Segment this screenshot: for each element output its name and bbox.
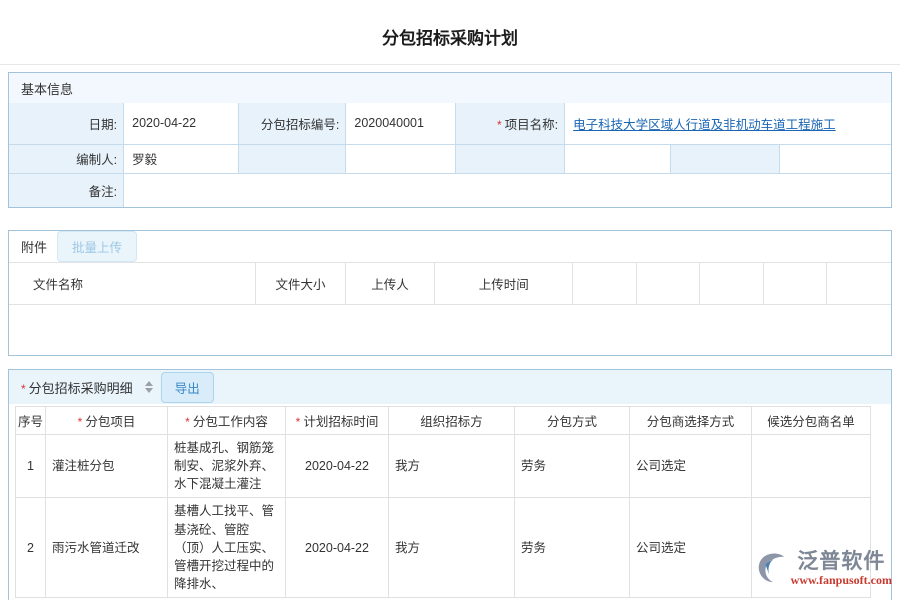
col-organizer: 组织招标方 bbox=[389, 407, 515, 435]
remark-value bbox=[124, 173, 891, 207]
attach-col-filesize: 文件大小 bbox=[256, 263, 345, 305]
cell-method: 劳务 bbox=[515, 498, 630, 598]
cell-content: 桩基成孔、钢筋笼制安、泥浆外弃、水下混凝土灌注 bbox=[168, 435, 286, 498]
cell-selection: 公司选定 bbox=[630, 435, 752, 498]
empty-label-cell bbox=[670, 144, 779, 173]
col-candidates: 候选分包商名单 bbox=[752, 407, 871, 435]
compiler-label: 编制人: bbox=[9, 144, 124, 173]
attach-col-empty bbox=[763, 263, 827, 305]
cell-time: 2020-04-22 bbox=[286, 435, 389, 498]
date-value: 2020-04-22 bbox=[124, 103, 239, 144]
empty-label-cell bbox=[238, 144, 346, 173]
date-label: 日期: bbox=[9, 103, 124, 144]
empty-value-cell bbox=[565, 144, 671, 173]
attachments-header: 附件 批量上传 bbox=[9, 231, 891, 262]
required-star-icon: * bbox=[185, 415, 190, 429]
col-time: *计划招标时间 bbox=[286, 407, 389, 435]
table-row: 2 雨污水管道迁改 基槽人工找平、管基浇砼、管腔（顶）人工压实、管槽开挖过程中的… bbox=[16, 498, 871, 598]
cell-method: 劳务 bbox=[515, 435, 630, 498]
compiler-value: 罗毅 bbox=[124, 144, 239, 173]
cell-seq: 2 bbox=[16, 498, 46, 598]
cell-selection: 公司选定 bbox=[630, 498, 752, 598]
bid-no-value: 2020040001 bbox=[346, 103, 455, 144]
fanpu-logo-icon bbox=[755, 550, 789, 591]
cell-time: 2020-04-22 bbox=[286, 498, 389, 598]
required-star-icon: * bbox=[21, 382, 26, 396]
cell-content: 基槽人工找平、管基浇砼、管腔（顶）人工压实、管槽开挖过程中的降排水、 bbox=[168, 498, 286, 598]
details-table: 序号 *分包项目 *分包工作内容 *计划招标时间 组织招标方 分包方式 分包商选… bbox=[15, 406, 871, 598]
page-title: 分包招标采购计划 bbox=[0, 0, 900, 49]
title-divider bbox=[0, 64, 900, 65]
col-project: *分包项目 bbox=[46, 407, 168, 435]
cell-project: 灌注桩分包 bbox=[46, 435, 168, 498]
attachments-title: 附件 bbox=[21, 237, 47, 256]
empty-label-cell bbox=[455, 144, 564, 173]
attachments-empty-body bbox=[9, 305, 891, 355]
attach-col-empty bbox=[636, 263, 700, 305]
brand-url: www.fanpusoft.com bbox=[791, 573, 892, 588]
basic-info-section: 基本信息 日期: 2020-04-22 分包招标编号: 2020040001 *… bbox=[8, 72, 892, 208]
table-row: 1 灌注桩分包 桩基成孔、钢筋笼制安、泥浆外弃、水下混凝土灌注 2020-04-… bbox=[16, 435, 871, 498]
attach-col-empty bbox=[573, 263, 637, 305]
cell-organizer: 我方 bbox=[389, 435, 515, 498]
export-button[interactable]: 导出 bbox=[161, 372, 214, 403]
col-seq: 序号 bbox=[16, 407, 46, 435]
brand-name: 泛普软件 bbox=[797, 550, 885, 573]
project-value-cell: 电子科技大学区域人行道及非机动车道工程施工 bbox=[565, 103, 891, 144]
attachments-table: 文件名称 文件大小 上传人 上传时间 bbox=[9, 262, 891, 305]
batch-upload-button[interactable]: 批量上传 bbox=[57, 231, 137, 262]
attach-col-empty bbox=[700, 263, 764, 305]
cell-seq: 1 bbox=[16, 435, 46, 498]
col-method: 分包方式 bbox=[515, 407, 630, 435]
attach-col-filename: 文件名称 bbox=[9, 263, 256, 305]
cell-organizer: 我方 bbox=[389, 498, 515, 598]
brand-logo: 泛普软件 www.fanpusoft.com bbox=[755, 550, 892, 591]
attach-col-uploader: 上传人 bbox=[345, 263, 435, 305]
empty-value-cell bbox=[346, 144, 455, 173]
basic-info-header: 基本信息 bbox=[9, 73, 891, 103]
cell-candidates bbox=[752, 435, 871, 498]
details-title: 分包招标采购明细 bbox=[29, 381, 133, 396]
sort-icon[interactable] bbox=[145, 381, 153, 393]
required-star-icon: * bbox=[497, 118, 502, 132]
cell-project: 雨污水管道迁改 bbox=[46, 498, 168, 598]
required-star-icon: * bbox=[296, 415, 301, 429]
basic-info-table: 日期: 2020-04-22 分包招标编号: 2020040001 *项目名称:… bbox=[9, 103, 891, 207]
attach-col-empty bbox=[827, 263, 891, 305]
col-content: *分包工作内容 bbox=[168, 407, 286, 435]
required-star-icon: * bbox=[78, 415, 83, 429]
project-link[interactable]: 电子科技大学区域人行道及非机动车道工程施工 bbox=[573, 118, 836, 132]
remark-label: 备注: bbox=[9, 173, 124, 207]
attachments-section: 附件 批量上传 文件名称 文件大小 上传人 上传时间 bbox=[8, 230, 892, 356]
attach-col-uploadtime: 上传时间 bbox=[435, 263, 573, 305]
col-selection: 分包商选择方式 bbox=[630, 407, 752, 435]
details-header-row: 序号 *分包项目 *分包工作内容 *计划招标时间 组织招标方 分包方式 分包商选… bbox=[16, 407, 871, 435]
details-header: *分包招标采购明细 导出 bbox=[9, 370, 891, 404]
bid-no-label: 分包招标编号: bbox=[238, 103, 346, 144]
project-label: *项目名称: bbox=[455, 103, 564, 144]
empty-value-cell bbox=[780, 144, 891, 173]
basic-info-title: 基本信息 bbox=[21, 79, 73, 98]
